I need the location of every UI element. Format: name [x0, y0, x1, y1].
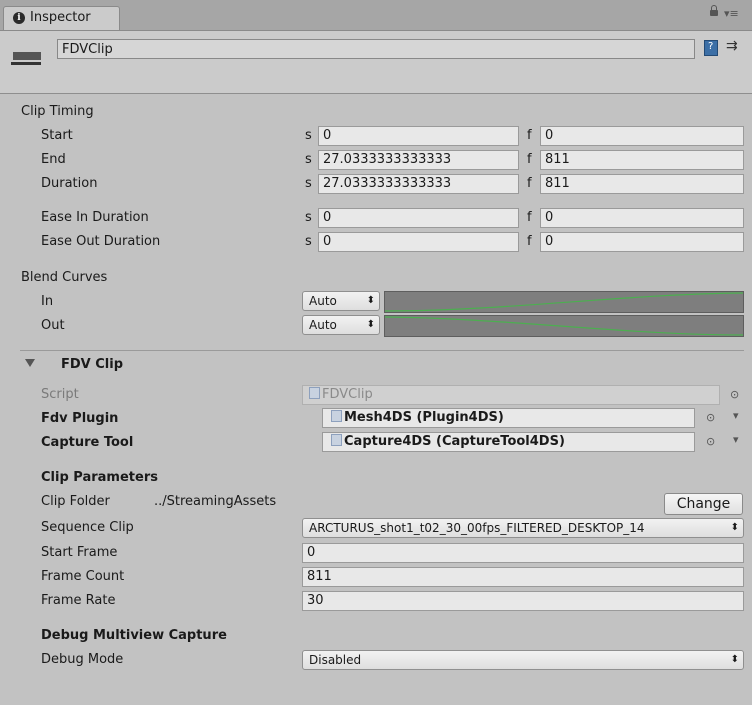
section-divider — [20, 350, 744, 351]
ease-in-seconds-unit: s — [305, 210, 312, 225]
fdv-clip-title: FDV Clip — [61, 357, 124, 372]
end-frames-unit: f — [527, 152, 532, 167]
fdv-plugin-picker-icon[interactable]: ⊙ — [706, 412, 718, 424]
start-seconds-field[interactable]: 0 — [318, 126, 519, 146]
frame-count-field[interactable]: 811 — [302, 567, 744, 587]
duration-label: Duration — [41, 176, 98, 191]
timeline-clip-icon — [11, 46, 41, 70]
object-name-field[interactable]: FDVClip — [57, 39, 695, 59]
fdv-plugin-field[interactable]: Mesh4DS (Plugin4DS) — [322, 408, 695, 428]
blend-out-curve[interactable] — [384, 315, 744, 337]
help-book-icon[interactable] — [704, 40, 718, 56]
sequence-clip-label: Sequence Clip — [41, 520, 134, 535]
end-frames-field[interactable]: 811 — [540, 150, 744, 170]
ease-out-seconds-unit: s — [305, 234, 312, 249]
ease-in-frames-unit: f — [527, 210, 532, 225]
start-frames-field[interactable]: 0 — [540, 126, 744, 146]
clip-folder-value: ../StreamingAssets — [154, 494, 277, 509]
plugin-object-icon — [331, 410, 342, 422]
fdv-plugin-label: Fdv Plugin — [41, 411, 119, 426]
start-frame-field[interactable]: 0 — [302, 543, 744, 563]
ease-out-seconds-field[interactable]: 0 — [318, 232, 519, 252]
debug-multiview-capture-label: Debug Multiview Capture — [41, 628, 227, 643]
frame-count-label: Frame Count — [41, 569, 125, 584]
dropdown-arrow-icon: ⬍ — [730, 654, 739, 665]
fdv-plugin-menu-icon[interactable]: ▾ — [733, 410, 745, 422]
blend-in-curve-graph — [385, 292, 743, 312]
blend-out-curve-line — [385, 316, 743, 336]
ease-in-seconds-field[interactable]: 0 — [318, 208, 519, 228]
blend-out-label: Out — [41, 318, 65, 333]
start-seconds-unit: s — [305, 128, 312, 143]
end-label: End — [41, 152, 66, 167]
lock-icon[interactable] — [710, 5, 718, 16]
sequence-clip-value: ARCTURUS_shot1_t02_30_00fps_FILTERED_DES… — [309, 521, 645, 535]
debug-mode-value: Disabled — [309, 653, 362, 667]
sequence-clip-dropdown[interactable]: ARCTURUS_shot1_t02_30_00fps_FILTERED_DES… — [302, 518, 744, 538]
info-icon: i — [13, 12, 25, 24]
capture-tool-value: Capture4DS (CaptureTool4DS) — [344, 434, 565, 449]
script-value: FDVClip — [322, 387, 373, 402]
blend-in-curve-line — [385, 292, 743, 312]
dropdown-arrow-icon: ⬍ — [730, 522, 739, 533]
blend-in-mode-value: Auto — [309, 294, 337, 308]
ease-out-duration-label: Ease Out Duration — [41, 234, 161, 249]
clip-folder-label: Clip Folder — [41, 494, 110, 509]
blend-in-mode-dropdown[interactable]: Auto ⬍ — [302, 291, 380, 311]
duration-frames-unit: f — [527, 176, 532, 191]
ease-in-frames-field[interactable]: 0 — [540, 208, 744, 228]
frame-rate-field[interactable]: 30 — [302, 591, 744, 611]
tab-label: Inspector — [30, 10, 91, 25]
context-menu-icon[interactable]: ▾≡ — [724, 7, 740, 21]
blend-curves-label: Blend Curves — [21, 270, 108, 285]
blend-out-curve-graph — [385, 316, 743, 336]
ease-out-frames-unit: f — [527, 234, 532, 249]
script-picker-icon: ⊙ — [730, 388, 740, 401]
preset-settings-icon[interactable]: ⇉ — [726, 38, 744, 56]
duration-seconds-unit: s — [305, 176, 312, 191]
end-seconds-unit: s — [305, 152, 312, 167]
start-frames-unit: f — [527, 128, 532, 143]
end-seconds-field[interactable]: 27.0333333333333 — [318, 150, 519, 170]
clip-parameters-label: Clip Parameters — [41, 470, 158, 485]
dropdown-arrow-icon: ⬍ — [366, 319, 375, 330]
duration-seconds-field[interactable]: 27.0333333333333 — [318, 174, 519, 194]
dropdown-arrow-icon: ⬍ — [366, 295, 375, 306]
capture-tool-field[interactable]: Capture4DS (CaptureTool4DS) — [322, 432, 695, 452]
blend-out-mode-value: Auto — [309, 318, 337, 332]
blend-in-label: In — [41, 294, 54, 309]
ease-out-frames-field[interactable]: 0 — [540, 232, 744, 252]
start-frame-label: Start Frame — [41, 545, 118, 560]
tab-inspector[interactable]: i Inspector — [3, 6, 120, 30]
change-folder-button[interactable]: Change — [664, 493, 743, 515]
script-label: Script — [41, 387, 79, 402]
debug-mode-dropdown[interactable]: Disabled ⬍ — [302, 650, 744, 670]
blend-out-mode-dropdown[interactable]: Auto ⬍ — [302, 315, 380, 335]
debug-mode-label: Debug Mode — [41, 652, 124, 667]
capture-tool-picker-icon[interactable]: ⊙ — [706, 436, 718, 448]
ease-in-duration-label: Ease In Duration — [41, 210, 149, 225]
clip-timing-label: Clip Timing — [21, 104, 94, 119]
frame-rate-label: Frame Rate — [41, 593, 116, 608]
script-field: FDVClip — [302, 385, 720, 405]
fdv-plugin-value: Mesh4DS (Plugin4DS) — [344, 410, 504, 425]
blend-in-curve[interactable] — [384, 291, 744, 313]
capture-tool-menu-icon[interactable]: ▾ — [733, 434, 745, 446]
capture-object-icon — [331, 434, 342, 446]
foldout-arrow-icon[interactable] — [25, 359, 35, 367]
script-asset-icon — [309, 387, 320, 399]
start-label: Start — [41, 128, 73, 143]
duration-frames-field[interactable]: 811 — [540, 174, 744, 194]
capture-tool-label: Capture Tool — [41, 435, 134, 450]
